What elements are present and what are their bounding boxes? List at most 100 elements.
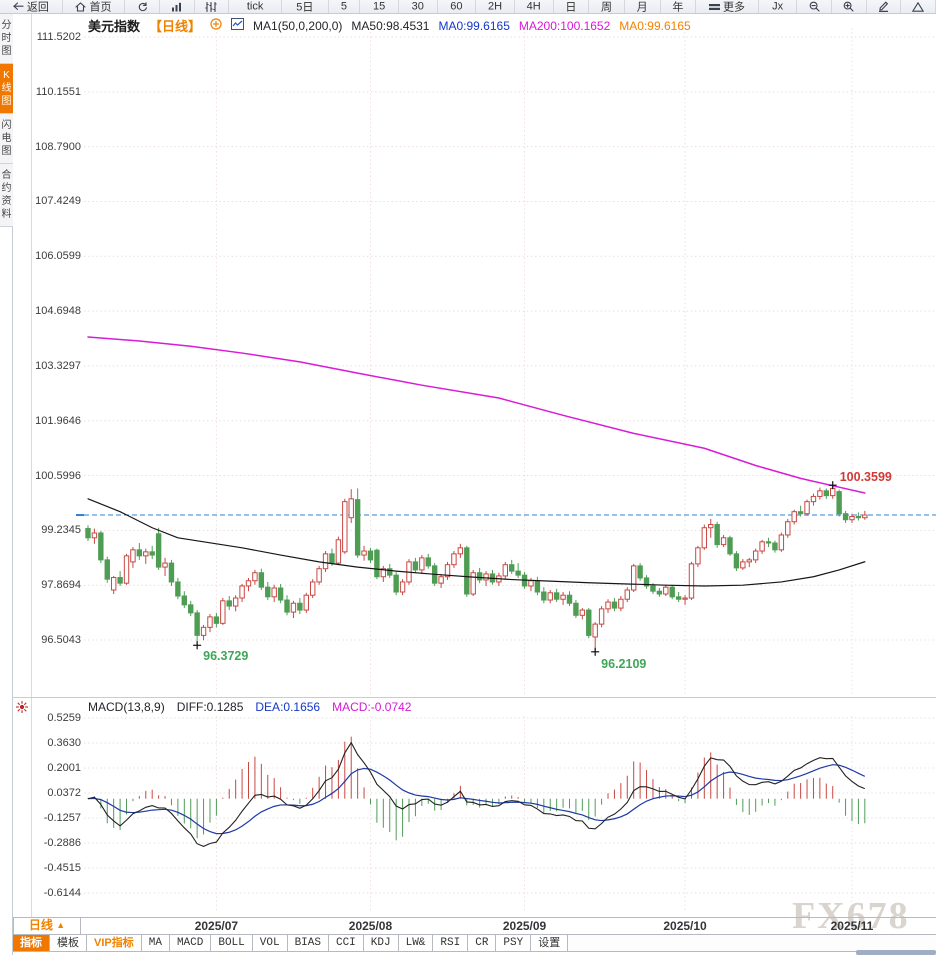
toolbar-indicator-jx-label: Jx — [772, 0, 783, 12]
toolbar-more-button[interactable]: 更多 — [696, 0, 759, 13]
high-price-label: 100.3599 — [840, 470, 892, 484]
toolbar-home-button[interactable]: 首页 — [63, 0, 126, 13]
toolbar-period-5d-label: 5日 — [296, 0, 313, 13]
price-axis-label: 97.8694 — [19, 579, 81, 591]
indicator-tab-kdj[interactable]: KDJ — [364, 935, 399, 951]
sidebar-tab-contract-info[interactable]: 合约资料 — [0, 164, 13, 227]
sidebar-tab-time-chart[interactable]: 分时图 — [0, 14, 13, 64]
ma0-blue-value: MA0:99.6165 — [438, 19, 509, 33]
xaxis-month-label: 2025/08 — [349, 919, 392, 933]
back-icon — [13, 2, 24, 12]
macd-settings-icon[interactable] — [15, 700, 29, 719]
toolbar-more-label: 更多 — [723, 0, 745, 13]
toolbar-volume-style-button[interactable] — [195, 0, 230, 13]
xaxis-month-label: 2025/10 — [663, 919, 706, 933]
indicator-tab-boll[interactable]: BOLL — [211, 935, 252, 951]
toolbar-zoom-out-button[interactable] — [797, 0, 832, 13]
indicator-settings-icon[interactable] — [210, 18, 222, 33]
macd-axis-label: 0.2001 — [19, 762, 81, 774]
indicator-tab-模板[interactable]: 模板 — [50, 935, 87, 951]
price-axis-label: 104.6948 — [19, 305, 81, 317]
price-axis-label: 100.5996 — [19, 470, 81, 482]
toolbar-period-30m-label: 30 — [412, 0, 424, 12]
chevron-up-icon: ▲ — [56, 920, 65, 930]
indicator-tab-bias[interactable]: BIAS — [288, 935, 329, 951]
indicator-tabbar: 指标模板VIP指标MAMACDBOLLVOLBIASCCIKDJLW&RSICR… — [13, 934, 936, 952]
toolbar-draw-button[interactable] — [867, 0, 902, 13]
price-axis-label: 106.0599 — [19, 250, 81, 262]
macd-axis-label: 0.0372 — [19, 787, 81, 799]
indicator-tab-cci[interactable]: CCI — [329, 935, 364, 951]
time-axis-row: 日线 ▲ 2025/072025/082025/092025/102025/11 — [0, 917, 936, 934]
toolbar-back-button[interactable]: 返回 — [0, 0, 63, 13]
macd-diff-value: DIFF:0.1285 — [177, 700, 244, 714]
sidebar-tab-flash-chart[interactable]: 闪电图 — [0, 114, 13, 164]
toolbar-zoom-in-button[interactable] — [832, 0, 867, 13]
chart-canvas[interactable] — [0, 0, 936, 955]
xaxis-month-label: 2025/09 — [503, 919, 546, 933]
price-axis-label: 107.4249 — [19, 195, 81, 207]
toolbar-period-5m-label: 5 — [341, 0, 347, 12]
toolbar-period-year-label: 年 — [672, 0, 683, 13]
indicator-tab-vol[interactable]: VOL — [253, 935, 288, 951]
toolbar-period-month-button[interactable]: 月 — [625, 0, 661, 13]
price-axis-label: 110.1551 — [19, 86, 81, 98]
period-selector-label: 日线 — [29, 918, 53, 932]
toolbar-period-5m-button[interactable]: 5 — [329, 0, 361, 13]
macd-pane-header: MACD(13,8,9) DIFF:0.1285 DEA:0.1656 MACD… — [88, 700, 411, 714]
low-price-label-september: 96.2109 — [601, 657, 646, 671]
toolbar-period-tick-label: tick — [247, 0, 264, 12]
toolbar-period-week-button[interactable]: 周 — [589, 0, 625, 13]
toolbar-home-label: 首页 — [89, 0, 111, 13]
pencil-icon — [878, 1, 889, 12]
horizontal-scrollbar[interactable] — [856, 950, 936, 955]
price-axis-label: 108.7900 — [19, 141, 81, 153]
zoom-out-icon — [809, 1, 820, 12]
toolbar-period-2h-button[interactable]: 2H — [476, 0, 515, 13]
period-selector-button[interactable]: 日线 ▲ — [13, 918, 81, 934]
period-tag: 【日线】 — [149, 16, 201, 35]
toolbar-period-30m-button[interactable]: 30 — [399, 0, 438, 13]
indicator-tab-ma[interactable]: MA — [142, 935, 170, 951]
toolbar-period-15m-label: 15 — [373, 0, 385, 12]
macd-axis-label: -0.2886 — [19, 837, 81, 849]
toolbar-period-15m-button[interactable]: 15 — [360, 0, 399, 13]
indicator-tab-rsi[interactable]: RSI — [433, 935, 468, 951]
top-toolbar: 返回 首页 tick 5日 5 15 30 60 2H4H 日 周 月 年 更多 Jx — [0, 0, 936, 14]
toolbar-period-5d-button[interactable]: 5日 — [282, 0, 329, 13]
refresh-icon — [137, 2, 148, 12]
home-icon — [75, 2, 86, 12]
toolbar-refresh-button[interactable] — [125, 0, 160, 13]
indicator-tab-psy[interactable]: PSY — [496, 935, 531, 951]
toolbar-shapes-button[interactable] — [901, 0, 936, 13]
chart-type-sidebar: 分时图K线图闪电图合约资料 — [0, 14, 13, 955]
volume-icon — [205, 2, 217, 12]
toolbar-period-week-label: 周 — [601, 0, 612, 13]
toolbar-period-month-label: 月 — [637, 0, 648, 13]
toolbar-period-year-button[interactable]: 年 — [661, 0, 697, 13]
indicator-tab-macd[interactable]: MACD — [170, 935, 211, 951]
indicator-tab-设置[interactable]: 设置 — [531, 935, 568, 951]
toolbar-back-label: 返回 — [27, 0, 49, 13]
toolbar-chart-style-button[interactable] — [160, 0, 195, 13]
toolbar-indicator-jx-button[interactable]: Jx — [759, 0, 798, 13]
macd-axis-label: -0.4515 — [19, 862, 81, 874]
indicator-tab-vip指标[interactable]: VIP指标 — [87, 935, 142, 951]
price-axis-label: 101.9646 — [19, 415, 81, 427]
chart-type-icon[interactable] — [231, 18, 244, 33]
macd-axis-label: -0.6144 — [19, 887, 81, 899]
toolbar-period-60m-label: 60 — [450, 0, 462, 12]
toolbar-period-tick-button[interactable]: tick — [229, 0, 282, 13]
toolbar-period-day-button[interactable]: 日 — [554, 0, 590, 13]
indicator-tab-指标[interactable]: 指标 — [13, 935, 50, 951]
menu-icon — [709, 3, 720, 11]
toolbar-period-4h-button[interactable]: 4H — [515, 0, 554, 13]
indicator-tab-cr[interactable]: CR — [468, 935, 496, 951]
toolbar-period-60m-button[interactable]: 60 — [438, 0, 477, 13]
indicator-tab-lw[interactable]: LW& — [399, 935, 434, 951]
toolbar-period-day-label: 日 — [565, 0, 576, 13]
macd-dea-value: DEA:0.1656 — [255, 700, 320, 714]
tabbar-filler — [568, 935, 936, 951]
macd-bar-value: MACD:-0.0742 — [332, 700, 411, 714]
sidebar-tab-kline-chart[interactable]: K线图 — [0, 64, 13, 114]
